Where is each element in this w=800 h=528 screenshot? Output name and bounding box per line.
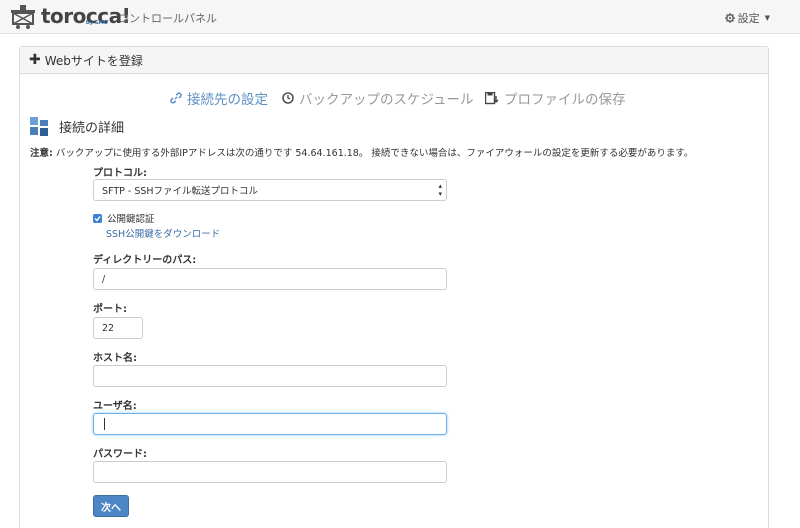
panel-heading-title: Webサイトを登録 [44, 53, 143, 68]
protocol-select[interactable]: SFTP - SSHファイル転送プロトコル ▴ ▾ [93, 179, 447, 201]
section-title: 接続の詳細 [30, 117, 124, 136]
directory-value: / [102, 273, 106, 285]
link-icon [170, 92, 182, 104]
settings-menu[interactable]: 設定 ▼ [724, 10, 770, 26]
check-icon [94, 215, 101, 222]
select-arrow-icon: ▴ ▾ [438, 182, 442, 198]
pubkey-auth-label: 公開鍵認証 [107, 214, 155, 225]
port-input[interactable]: 22 [93, 317, 143, 339]
clock-icon [282, 92, 294, 104]
windows-squares-icon [30, 117, 48, 136]
notice-text: バックアップに使用する外部IPアドレスは次の通りです 54.64.161.18。… [52, 148, 694, 159]
caret-down-icon: ▼ [764, 14, 770, 22]
pubkey-auth-checkbox[interactable] [93, 213, 102, 223]
step-label: 接続先の設定 [187, 92, 268, 108]
protocol-label: プロトコル: [93, 168, 147, 179]
panel-heading: ✚ Webサイトを登録 [20, 47, 768, 74]
brand-sub: by GMO [86, 20, 108, 26]
gear-icon [724, 13, 735, 23]
top-navbar: torocca! by GMO コントロールパネル 設定 ▼ [0, 0, 800, 34]
step-label: バックアップのスケジュール [299, 92, 474, 108]
step-connection-settings[interactable]: 接続先の設定 [170, 88, 268, 108]
save-icon [485, 91, 499, 104]
app-title: コントロールパネル [118, 12, 217, 25]
logo[interactable]: torocca! [10, 4, 131, 30]
directory-input[interactable]: / [93, 268, 447, 290]
section-title-text: 接続の詳細 [59, 121, 125, 136]
ip-notice: 注意: バックアップに使用する外部IPアドレスは次の通りです 54.64.161… [30, 145, 693, 159]
protocol-value: SFTP - SSHファイル転送プロトコル [102, 186, 259, 197]
notice-prefix: 注意: [30, 148, 53, 159]
user-label: ユーザ名: [93, 401, 137, 412]
user-input[interactable] [93, 413, 447, 435]
port-value: 22 [102, 322, 115, 334]
register-website-panel: ✚ Webサイトを登録 接続先の設定 バックアップのスケジュール プロファイルの… [19, 46, 769, 528]
password-label: パスワード: [93, 449, 147, 460]
host-input[interactable] [93, 365, 447, 387]
plus-icon: ✚ [29, 52, 41, 68]
step-label: プロファイルの保存 [504, 92, 626, 108]
host-label: ホスト名: [93, 353, 137, 364]
settings-label: 設定 [737, 12, 760, 25]
text-cursor [104, 418, 105, 430]
step-backup-schedule[interactable]: バックアップのスケジュール [282, 88, 474, 108]
step-save-profile[interactable]: プロファイルの保存 [485, 88, 626, 108]
directory-label: ディレクトリーのパス: [93, 255, 197, 266]
trolley-logo-icon [11, 5, 35, 29]
pubkey-auth-row[interactable]: 公開鍵認証 [93, 211, 155, 225]
password-input[interactable] [93, 461, 447, 483]
port-label: ポート: [93, 304, 127, 315]
next-button[interactable]: 次へ [93, 495, 129, 517]
download-ssh-key-link[interactable]: SSH公開鍵をダウンロード [106, 226, 220, 240]
